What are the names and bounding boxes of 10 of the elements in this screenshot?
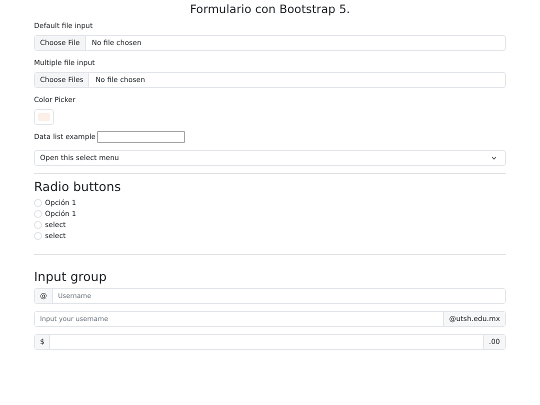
page-title: Formulario con Bootstrap 5.: [188, 2, 352, 16]
radio-button[interactable]: [34, 232, 42, 240]
color-picker[interactable]: [34, 109, 54, 125]
input-field[interactable]: [96, 131, 185, 143]
radio-button[interactable]: [34, 220, 42, 228]
section-heading: Radio buttons: [34, 179, 121, 195]
radio-button[interactable]: [34, 210, 42, 218]
chevron-down-icon: [491, 156, 497, 160]
radio-button[interactable]: [34, 198, 42, 206]
section-heading: Input group: [34, 269, 107, 285]
